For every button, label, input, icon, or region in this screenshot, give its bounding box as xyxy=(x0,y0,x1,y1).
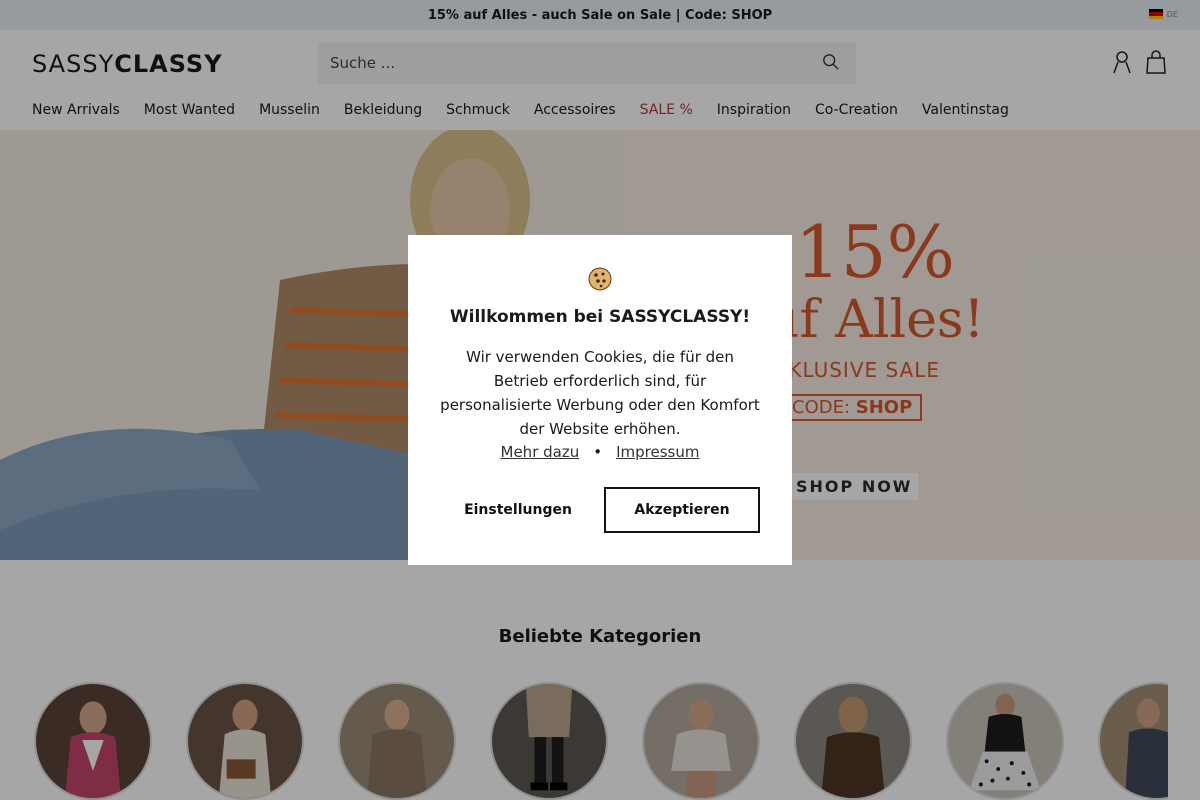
cookie-consent-modal: Willkommen bei SASSYCLASSY! Wir verwende… xyxy=(408,235,792,565)
imprint-link[interactable]: Impressum xyxy=(616,443,699,461)
accept-button[interactable]: Akzeptieren xyxy=(604,487,760,533)
cookie-icon xyxy=(588,267,612,291)
link-separator: • xyxy=(593,443,603,461)
settings-button[interactable]: Einstellungen xyxy=(440,487,596,533)
more-info-link[interactable]: Mehr dazu xyxy=(501,443,580,461)
modal-links: Mehr dazu • Impressum xyxy=(408,443,792,461)
modal-body-text: Wir verwenden Cookies, die für den Betri… xyxy=(440,348,760,438)
modal-title: Willkommen bei SASSYCLASSY! xyxy=(449,307,751,327)
